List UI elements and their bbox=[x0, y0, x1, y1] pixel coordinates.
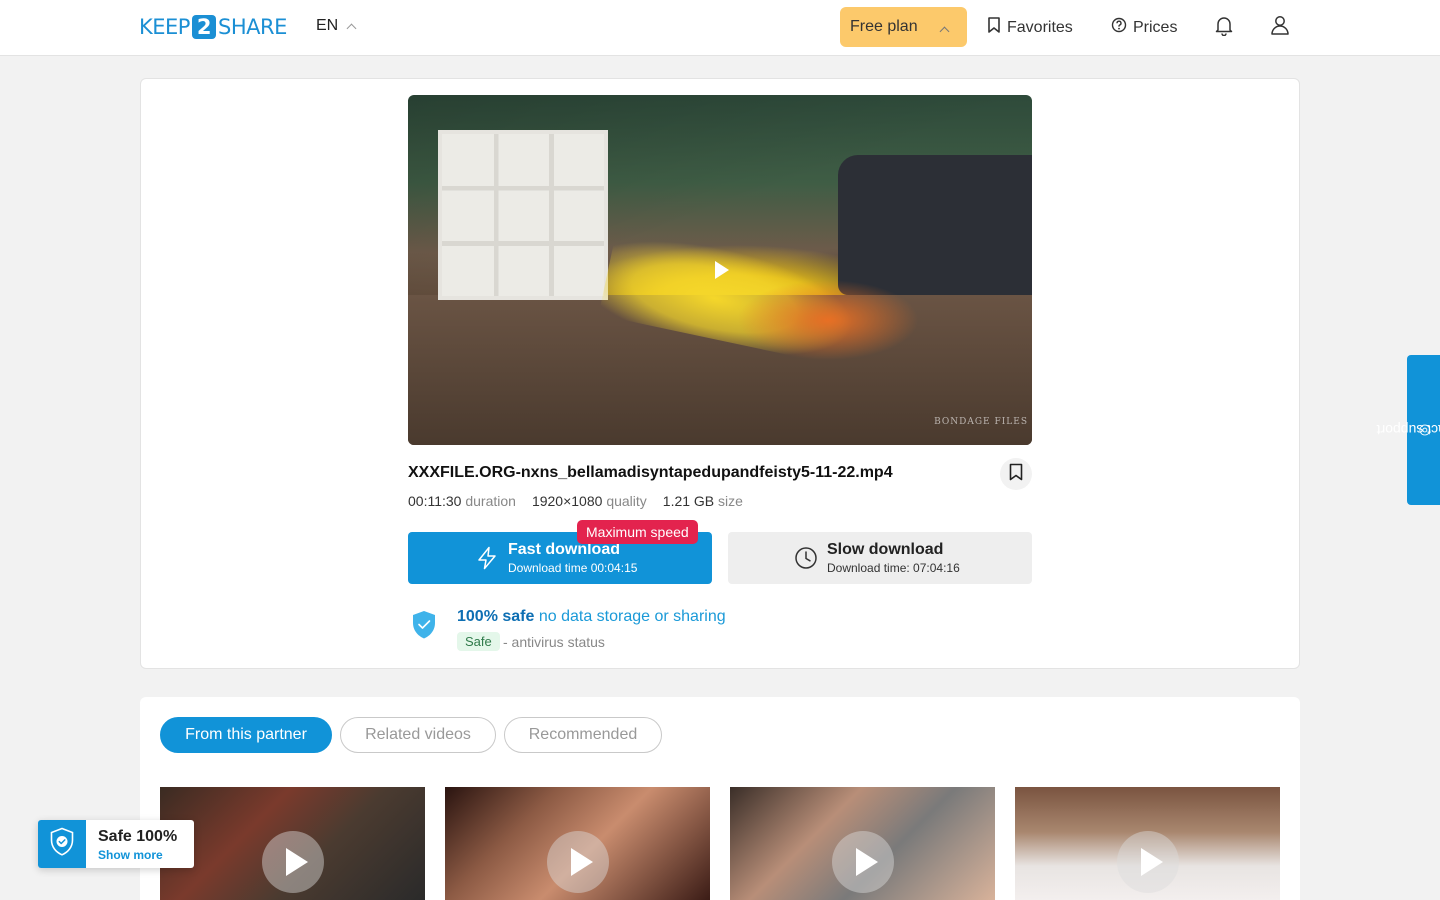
lightning-icon bbox=[476, 546, 498, 575]
slow-download-button[interactable]: Slow download Download time: 07:04:16 bbox=[728, 532, 1032, 584]
safety-title-bold: 100% safe bbox=[457, 608, 535, 625]
maximum-speed-badge: Maximum speed bbox=[577, 520, 698, 544]
duration-meta: 00:11:30 duration bbox=[408, 493, 516, 509]
tab-recommended[interactable]: Recommended bbox=[504, 717, 662, 753]
video-shelf bbox=[438, 130, 608, 300]
file-name: XXXFILE.ORG-nxns_bellamadisyntapedupandf… bbox=[408, 464, 893, 481]
favorites-link[interactable]: Favorites bbox=[987, 17, 1073, 38]
play-icon[interactable] bbox=[715, 261, 729, 279]
account-button[interactable] bbox=[1267, 14, 1293, 40]
tab-related-videos[interactable]: Related videos bbox=[340, 717, 496, 753]
logo[interactable]: KEEP 2 SHARE bbox=[139, 14, 287, 40]
video-thumbnail[interactable] bbox=[445, 787, 710, 900]
bookmark-icon bbox=[1008, 463, 1024, 486]
antivirus-status-badge: Safe bbox=[457, 632, 500, 651]
clock-icon bbox=[794, 546, 818, 575]
slow-download-time: Download time: 07:04:16 bbox=[827, 561, 960, 575]
video-thumbnail[interactable] bbox=[160, 787, 425, 900]
prices-link[interactable]: Prices bbox=[1111, 17, 1177, 38]
video-preview[interactable]: BONDAGE FILES bbox=[408, 95, 1032, 445]
contact-support-tab[interactable]: ◎ contact support bbox=[1376, 355, 1440, 505]
contact-support-text: contact support bbox=[1375, 422, 1440, 438]
safety-title-link[interactable]: no data storage or sharing bbox=[539, 608, 726, 625]
prices-label: Prices bbox=[1133, 18, 1178, 36]
chevron-up-icon bbox=[939, 26, 950, 37]
plan-label: Free plan bbox=[850, 18, 918, 35]
video-subject-top bbox=[738, 275, 938, 365]
favorites-label: Favorites bbox=[1007, 18, 1073, 36]
safe-widget[interactable]: Safe 100% Show more bbox=[38, 820, 194, 868]
tab-from-this-partner[interactable]: From this partner bbox=[160, 717, 332, 753]
play-icon[interactable] bbox=[1117, 831, 1179, 893]
shield-check-icon bbox=[411, 610, 437, 645]
size-label: size bbox=[718, 493, 743, 509]
bell-icon bbox=[1213, 14, 1235, 41]
shield-check-icon bbox=[49, 827, 75, 862]
help-circle-icon bbox=[1111, 17, 1127, 38]
quality-label: quality bbox=[606, 493, 647, 509]
safe-widget-link[interactable]: Show more bbox=[98, 848, 163, 862]
quality-meta: 1920×1080 quality bbox=[532, 493, 647, 509]
language-label: EN bbox=[316, 17, 339, 34]
notifications-button[interactable] bbox=[1211, 14, 1237, 40]
user-icon bbox=[1269, 14, 1291, 41]
antivirus-status-label: - antivirus status bbox=[503, 634, 605, 650]
play-icon[interactable] bbox=[262, 831, 324, 893]
size-meta: 1.21 GB size bbox=[663, 493, 743, 509]
file-meta: 00:11:30 duration 1920×1080 quality 1.21… bbox=[408, 493, 743, 509]
safe-widget-title: Safe 100% bbox=[98, 828, 178, 845]
logo-text-share: SHARE bbox=[217, 15, 287, 39]
play-icon[interactable] bbox=[547, 831, 609, 893]
language-selector[interactable]: EN bbox=[316, 17, 357, 35]
slow-download-title: Slow download bbox=[827, 541, 944, 558]
video-thumbnail[interactable] bbox=[730, 787, 995, 900]
add-to-favorites-button[interactable] bbox=[1000, 458, 1032, 490]
play-icon[interactable] bbox=[832, 831, 894, 893]
contact-support-label: ◎ contact support bbox=[1376, 422, 1440, 438]
video-thumbnail[interactable] bbox=[1015, 787, 1280, 900]
safe-widget-icon-box bbox=[38, 820, 86, 868]
logo-text-keep: KEEP bbox=[139, 15, 190, 39]
bookmark-icon bbox=[987, 17, 1001, 38]
duration-value: 00:11:30 bbox=[408, 493, 462, 509]
top-header: KEEP 2 SHARE EN Free plan Favorites Prices bbox=[0, 0, 1440, 56]
safety-title: 100% safe no data storage or sharing bbox=[457, 608, 726, 626]
logo-two: 2 bbox=[191, 15, 216, 39]
duration-label: duration bbox=[465, 493, 516, 509]
related-videos-section: From this partner Related videos Recomme… bbox=[140, 697, 1300, 900]
fast-download-time: Download time 00:04:15 bbox=[508, 561, 638, 575]
free-plan-button[interactable]: Free plan bbox=[840, 7, 967, 47]
quality-value: 1920×1080 bbox=[531, 493, 603, 509]
chevron-up-icon bbox=[346, 23, 357, 34]
video-watermark: BONDAGE FILES bbox=[934, 417, 1028, 427]
size-value: 1.21 GB bbox=[662, 493, 715, 509]
